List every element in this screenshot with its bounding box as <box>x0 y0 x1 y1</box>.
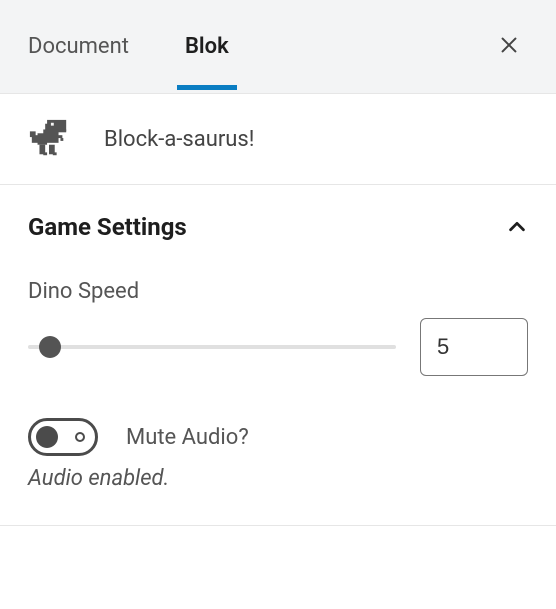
toggle-knob <box>36 426 58 448</box>
tab-document[interactable]: Document <box>28 4 129 89</box>
block-header: Block-a-saurus! <box>0 94 556 185</box>
chevron-up-icon <box>506 216 528 238</box>
slider-thumb[interactable] <box>39 336 61 358</box>
dino-speed-input[interactable] <box>420 318 528 376</box>
dino-speed-label: Dino Speed <box>28 279 528 304</box>
slider-rail <box>28 345 396 349</box>
tabbar: Document Blok <box>0 0 556 94</box>
mute-audio-help-text: Audio enabled. <box>28 466 528 491</box>
block-inspector-panel: Document Blok <box>0 0 556 526</box>
dino-speed-control <box>28 318 528 376</box>
mute-audio-control: Mute Audio? <box>28 418 528 456</box>
mute-audio-label: Mute Audio? <box>126 425 249 450</box>
dino-speed-slider[interactable] <box>28 335 396 359</box>
close-icon[interactable] <box>490 25 528 69</box>
block-title: Block-a-saurus! <box>104 127 254 152</box>
section-title: Game Settings <box>28 213 187 241</box>
toggle-indicator <box>75 432 85 442</box>
mute-audio-toggle[interactable] <box>28 418 98 456</box>
section-game-settings: Game Settings Dino Speed Mute Audio? Aud… <box>0 185 556 526</box>
section-header[interactable]: Game Settings <box>28 185 528 251</box>
tab-block[interactable]: Blok <box>185 4 229 89</box>
dino-icon <box>28 118 70 160</box>
